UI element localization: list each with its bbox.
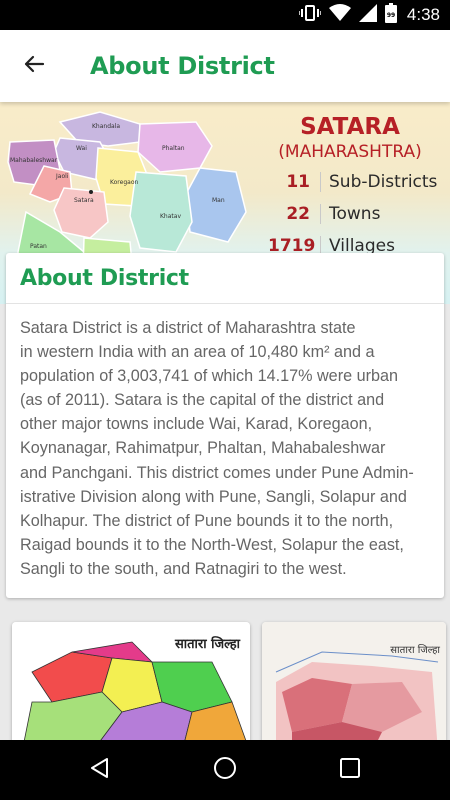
description-line: (as of 2011). Satara is the capital of t… (20, 391, 385, 410)
description-line: in western India with an area of 10,480 … (20, 343, 375, 362)
description-line: and Panchgani. This district comes under… (20, 463, 414, 482)
about-description: Satara District is a district of Maharas… (20, 316, 440, 581)
thumbnail-caption: सातारा जिल्हा (390, 645, 440, 656)
thumbnail-caption: सातारा जिल्हा (174, 637, 240, 652)
back-triangle-icon (89, 757, 111, 784)
battery-icon: 99 (384, 2, 397, 28)
status-bar: 99 4:38 (0, 0, 450, 30)
map-label: Mahabaleshwar (10, 157, 58, 164)
svg-text:99: 99 (387, 12, 395, 19)
stat-towns: 22 Towns (268, 200, 448, 228)
description-line: istrative Division along with Pune, Sang… (20, 487, 407, 506)
app-bar: About District (0, 30, 450, 102)
stat-sub-districts: 11 Sub-Districts (268, 168, 448, 196)
navigation-bar (0, 740, 450, 800)
map-label: Man (212, 197, 225, 204)
map-label: Satara (74, 197, 94, 204)
arrow-left-icon (22, 52, 46, 81)
description-line: Sangli to the south, and Ratnagiri to th… (20, 559, 347, 578)
stat-label: Sub-Districts (320, 172, 437, 192)
card-heading: About District (20, 266, 189, 291)
map-gallery[interactable]: सातारा जिल्हा सातारा जिल्हा (0, 610, 450, 740)
map-label: Phaltan (162, 145, 185, 152)
status-time: 4:38 (406, 5, 440, 24)
map-label: Jaoli (55, 173, 69, 180)
back-button[interactable] (16, 48, 52, 84)
about-district-card: About District Satara District is a dist… (6, 253, 444, 598)
map-label: Koregaon (110, 179, 138, 186)
terrain-map-image (262, 622, 446, 740)
nav-recents-button[interactable] (332, 752, 368, 788)
divider (6, 303, 444, 304)
description-line: population of 3,003,741 of which 14.17% … (20, 367, 398, 386)
description-line: other major towns include Wai, Karad, Ko… (20, 415, 373, 434)
nav-home-button[interactable] (207, 752, 243, 788)
stat-value: 11 (286, 172, 310, 192)
map-label: Khandala (92, 123, 120, 130)
banner-subtitle: (MAHARASHTRA) (278, 142, 422, 162)
map-thumbnail[interactable]: सातारा जिल्हा (262, 622, 446, 740)
stat-label: Towns (320, 204, 380, 224)
map-label: Khatav (160, 213, 181, 220)
description-line: Satara District is a district of Maharas… (20, 319, 356, 337)
wifi-icon (328, 3, 351, 27)
description-line: Koynanagar, Rahimatpur, Phaltan, Mahabal… (20, 439, 386, 458)
description-line: Raigad bounds it to the North-West, Sola… (20, 535, 404, 554)
map-label: Wai (76, 145, 87, 152)
description-line: Kolhapur. The district of Pune bounds it… (20, 511, 394, 530)
map-thumbnail[interactable]: सातारा जिल्हा (12, 622, 250, 740)
status-icons: 99 4:38 (298, 0, 440, 30)
map-label: Patan (30, 243, 47, 250)
stat-value: 22 (286, 204, 310, 224)
vibrate-icon (298, 4, 322, 27)
nav-back-button[interactable] (82, 752, 118, 788)
home-circle-icon (213, 756, 237, 785)
signal-icon (358, 3, 377, 27)
recents-square-icon (339, 757, 361, 784)
banner-title: SATARA (300, 114, 400, 140)
page-title: About District (90, 52, 275, 80)
